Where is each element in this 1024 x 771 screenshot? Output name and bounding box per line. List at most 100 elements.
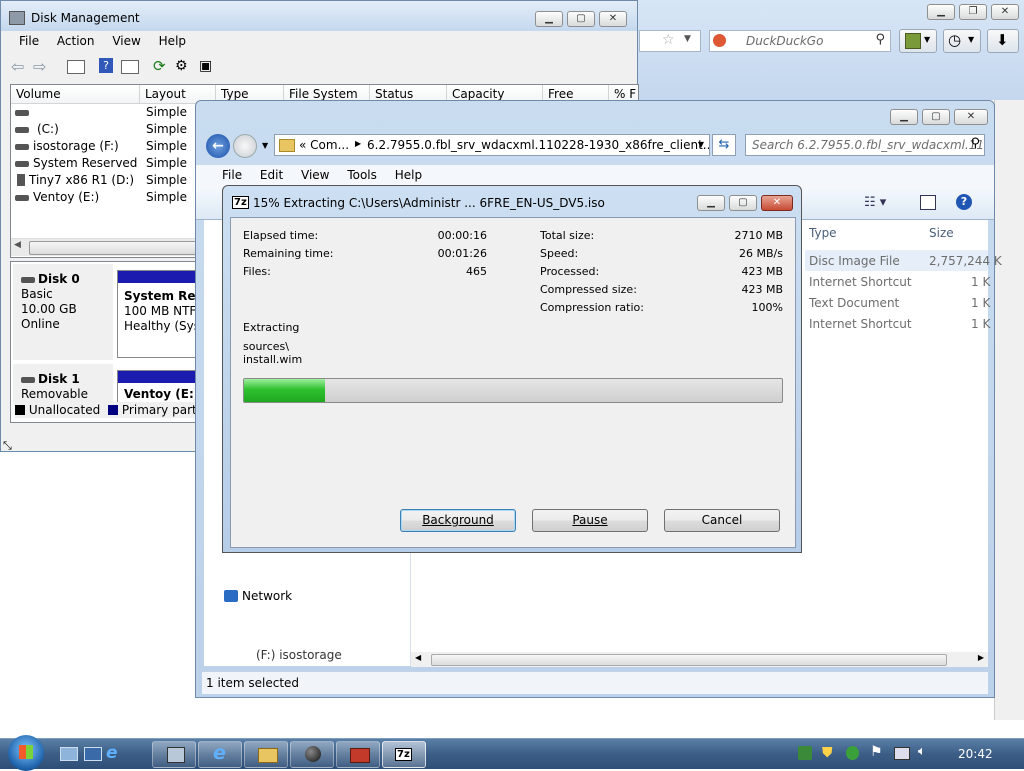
properties-icon[interactable] — [121, 60, 139, 74]
taskbar-media[interactable] — [290, 741, 334, 768]
taskbar-disk-management[interactable] — [152, 741, 196, 768]
bookmark-star-icon[interactable]: ☆ — [662, 32, 675, 48]
dropdown-icon[interactable]: ▼ — [684, 34, 691, 44]
taskbar-ie[interactable]: e — [198, 741, 242, 768]
explorer-forward-button[interactable] — [233, 134, 257, 158]
back-arrow-icon[interactable]: ⇦ — [11, 57, 24, 76]
help-icon[interactable]: ? — [99, 58, 113, 73]
menu-action[interactable]: Action — [57, 34, 95, 48]
address-dropdown-icon[interactable]: ▼ — [698, 140, 704, 149]
cancel-button[interactable]: Cancel — [664, 509, 780, 532]
file-type[interactable]: Internet Shortcut — [809, 317, 912, 331]
view-options-icon[interactable]: ☷ ▾ — [864, 195, 886, 210]
disk-icon[interactable]: ▣ — [199, 58, 212, 74]
col-volume[interactable]: Volume — [11, 85, 140, 103]
disk-mgmt-minimize-button[interactable]: ▁ — [535, 11, 563, 27]
explorer-back-button[interactable]: ← — [206, 134, 230, 158]
preview-pane-icon[interactable] — [920, 195, 936, 210]
address-prefix[interactable]: « Com... — [299, 138, 349, 152]
menu-help[interactable]: Help — [159, 34, 186, 48]
search-icon[interactable]: ⚲ — [875, 32, 885, 47]
explorer-menu-file[interactable]: File — [222, 168, 242, 182]
explorer-minimize-button[interactable]: ▁ — [890, 109, 918, 125]
extract-maximize-button[interactable]: ▢ — [729, 195, 757, 211]
nav-drive-partial[interactable]: (F:) isostorage — [256, 648, 342, 662]
address-bar-end[interactable]: ☆ ▼ — [639, 30, 701, 52]
file-list-hscrollbar[interactable]: ◀ ▶ — [411, 652, 988, 667]
disk0-label[interactable]: Disk 0 Basic 10.00 GB Online — [13, 264, 113, 360]
taskbar-app[interactable] — [336, 741, 380, 768]
clock[interactable]: 20:42 — [958, 747, 993, 761]
shield-tray-icon[interactable]: ⛊ — [822, 745, 833, 761]
file-type[interactable]: Internet Shortcut — [809, 275, 912, 289]
forward-arrow-icon[interactable]: ⇨ — [33, 57, 46, 76]
address-path[interactable]: 6.2.7955.0.fbl_srv_wdacxml.110228-1930_x… — [367, 138, 709, 152]
explorer-address-bar[interactable]: « Com... ▶ 6.2.7955.0.fbl_srv_wdacxml.11… — [274, 134, 710, 156]
explorer-menu-tools[interactable]: Tools — [347, 168, 377, 182]
disk-mgmt-close-button[interactable]: ✕ — [599, 11, 627, 27]
explorer-menubar: File Edit View Tools Help — [196, 165, 994, 187]
browser-close-button[interactable]: ✕ — [991, 4, 1019, 20]
switch-windows-icon[interactable] — [84, 747, 102, 761]
extract-titlebar[interactable]: 7z 15% Extracting C:\Users\Administr ...… — [223, 186, 801, 216]
progress-fill — [244, 379, 325, 402]
volume-row[interactable]: isostorage (F:) Simple — [11, 138, 201, 155]
security-tray-icon[interactable] — [846, 746, 859, 760]
settings-icon[interactable]: ⚙ — [175, 58, 188, 74]
explorer-network-item[interactable]: Network — [224, 589, 292, 603]
refresh-icon[interactable]: ⟳ — [153, 57, 166, 75]
console-tree-icon[interactable] — [67, 60, 85, 74]
volume-row[interactable]: Ventoy (E:) Simple — [11, 189, 201, 206]
volume-muted-icon[interactable]: 🔈︎ — [918, 744, 926, 759]
volume-row[interactable]: Tiny7 x86 R1 (D:) Simple — [11, 172, 201, 189]
history-button[interactable]: ◷ ▼ — [943, 29, 981, 53]
browser-minimize-button[interactable]: ▁ — [927, 4, 955, 20]
files-label: Files: — [243, 265, 271, 278]
scroll-thumb[interactable] — [431, 654, 947, 666]
scroll-right-icon[interactable]: ▶ — [978, 653, 984, 662]
explorer-menu-view[interactable]: View — [301, 168, 329, 182]
scroll-thumb[interactable] — [29, 241, 201, 255]
scroll-left-icon[interactable]: ◀ — [415, 653, 421, 662]
browser-window: ▁ ❐ ✕ ☆ ▼ DuckDuckGo ⚲ ▼ ◷ ▼ ⬇ — [636, 0, 1024, 100]
menu-file[interactable]: File — [19, 34, 39, 48]
recent-pages-icon[interactable]: ▼ — [262, 141, 268, 150]
ie-quicklaunch-icon[interactable]: e — [106, 743, 118, 763]
extract-close-button[interactable]: ✕ — [761, 195, 793, 211]
col-type[interactable]: Type — [809, 226, 837, 240]
help-icon[interactable]: ? — [956, 194, 972, 210]
search-icon[interactable]: ⚲ — [970, 136, 980, 151]
show-desktop-icon[interactable] — [60, 747, 78, 761]
download-button[interactable]: ⬇ — [987, 29, 1019, 53]
browser-restore-button[interactable]: ❐ — [959, 4, 987, 20]
file-type[interactable]: Text Document — [809, 296, 899, 310]
flag-tray-icon[interactable]: ⚑ — [870, 744, 883, 760]
explorer-refresh-button[interactable]: ⇆ — [712, 134, 736, 156]
explorer-maximize-button[interactable]: ▢ — [922, 109, 950, 125]
explorer-close-button[interactable]: ✕ — [954, 109, 988, 125]
volume-row[interactable]: System Reserved Simple — [11, 155, 201, 172]
background-button[interactable]: Background — [400, 509, 516, 532]
start-button[interactable] — [8, 735, 44, 771]
display-tray-icon[interactable] — [894, 747, 910, 760]
disk1-label[interactable]: Disk 1 Removable — [13, 364, 113, 404]
volume-row[interactable]: Simple — [11, 104, 201, 121]
disk-mgmt-maximize-button[interactable]: ▢ — [567, 11, 595, 27]
taskbar-explorer[interactable] — [244, 741, 288, 768]
extract-minimize-button[interactable]: ▁ — [697, 195, 725, 211]
explorer-menu-help[interactable]: Help — [395, 168, 422, 182]
col-size[interactable]: Size — [929, 226, 954, 240]
network-tray-icon[interactable] — [798, 746, 812, 760]
volume-list-hscrollbar[interactable]: ◀ — [11, 238, 201, 256]
disk-mgmt-titlebar[interactable]: Disk Management ▁ ▢ ✕ — [1, 1, 637, 31]
scroll-left-icon[interactable]: ◀ — [14, 240, 21, 250]
explorer-search-box[interactable]: Search 6.2.7955.0.fbl_srv_wdacxml.110...… — [745, 134, 985, 156]
taskbar-7zip[interactable]: 7z — [382, 741, 426, 768]
addon-button[interactable]: ▼ — [899, 29, 937, 53]
pause-button[interactable]: Pause — [532, 509, 648, 532]
explorer-menu-edit[interactable]: Edit — [260, 168, 283, 182]
menu-view[interactable]: View — [112, 34, 140, 48]
volume-row[interactable]: (C:) Simple — [11, 121, 201, 138]
search-box[interactable]: DuckDuckGo ⚲ — [709, 30, 891, 52]
resize-grip-icon[interactable]: ⤡ — [3, 439, 12, 453]
